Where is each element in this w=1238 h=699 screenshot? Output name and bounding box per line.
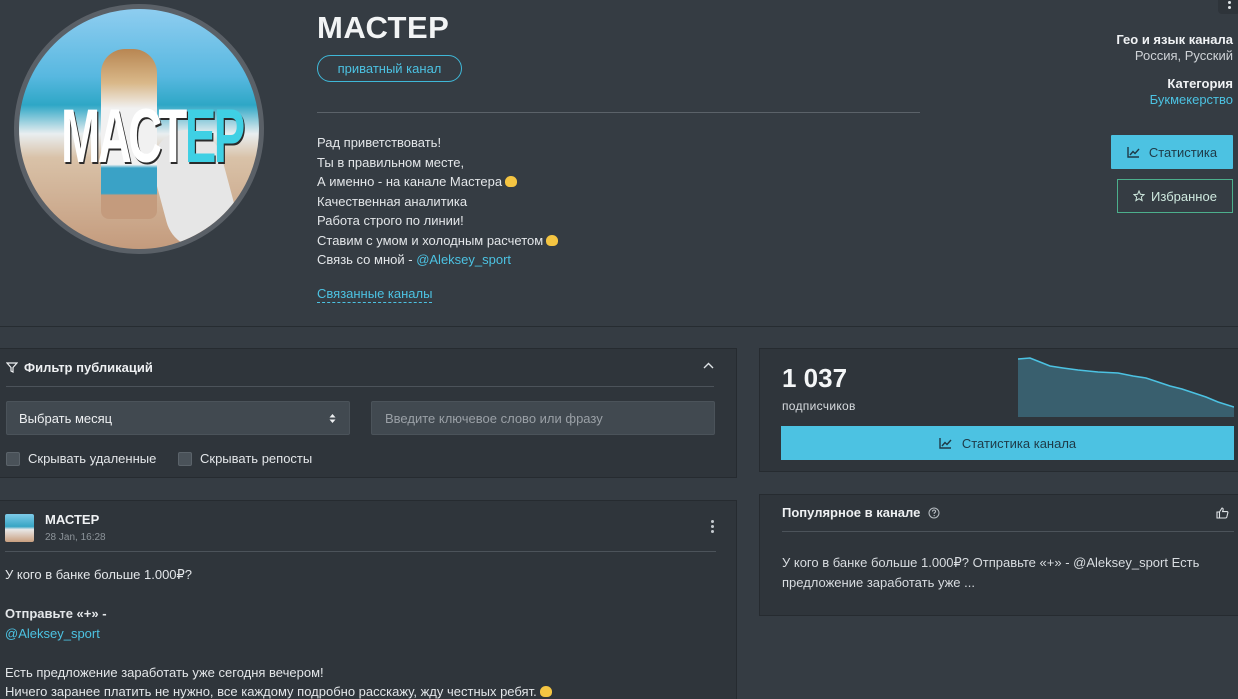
- related-channels-link[interactable]: Связанные каналы: [317, 286, 433, 303]
- chart-icon: [939, 437, 952, 449]
- desc-line-5: Работа строго по линии!: [317, 213, 464, 228]
- subscriber-label: подписчиков: [782, 399, 856, 413]
- handshake-emoji-icon: [505, 176, 518, 187]
- select-arrows-icon: [329, 414, 336, 423]
- star-icon: [1133, 190, 1146, 202]
- month-select[interactable]: Выбрать месяц: [6, 401, 350, 435]
- help-icon[interactable]: [928, 507, 940, 519]
- private-channel-badge: приватный канал: [317, 55, 462, 82]
- category-label: Категория: [1167, 76, 1233, 91]
- hide-deleted-checkbox[interactable]: Скрывать удаленные: [6, 451, 156, 466]
- publication-filter-panel: Фильтр публикаций Выбрать месяц Скрывать…: [0, 348, 737, 478]
- avatar-logo-text: МАСТЕР: [61, 94, 245, 179]
- channel-description: Рад приветствовать! Ты в правильном мест…: [317, 133, 559, 270]
- post-kebab-icon[interactable]: [711, 520, 714, 533]
- desc-line-2: Ты в правильном месте,: [317, 154, 465, 170]
- desc-line-3: А именно - на канале Мастера: [317, 172, 558, 192]
- thumbs-up-icon[interactable]: [1216, 507, 1229, 519]
- post-line: Есть предложение заработать уже сегодня …: [5, 664, 324, 680]
- post-line: Ничего заранее платить не нужно, все каж…: [5, 682, 552, 699]
- geo-label: Гео и язык канала: [1116, 32, 1233, 47]
- category-link[interactable]: Букмекерство: [1116, 92, 1233, 107]
- desc-line-7: Связь со мной - @Aleksey_sport: [317, 252, 512, 267]
- post-card: МАСТЕР 28 Jan, 16:28 У кого в банке боль…: [0, 500, 737, 699]
- post-line: У кого в банке больше 1.000₽?: [5, 567, 193, 582]
- subscribers-panel: 1 037 подписчиков Статистика канала: [759, 348, 1238, 472]
- channel-statistics-button[interactable]: Статистика канала: [781, 426, 1234, 460]
- channel-title: МАСТЕР: [317, 10, 450, 45]
- subscriber-count: 1 037: [782, 363, 848, 393]
- filter-header[interactable]: Фильтр публикаций: [6, 360, 153, 375]
- channel-meta: Гео и язык канала Россия, Русский Катего…: [1116, 32, 1233, 107]
- desc-line-1: Рад приветствовать!: [317, 135, 442, 150]
- filter-icon: [6, 362, 18, 373]
- post-author-avatar[interactable]: [5, 514, 34, 542]
- popular-header: Популярное в канале: [782, 505, 940, 520]
- post-author-name[interactable]: МАСТЕР: [45, 512, 99, 527]
- desc-line-4: Качественная аналитика: [317, 193, 468, 209]
- ok-hand-emoji-icon: [546, 234, 559, 246]
- statistics-button[interactable]: Статистика: [1111, 135, 1233, 169]
- geo-value: Россия, Русский: [1134, 48, 1233, 63]
- post-body: У кого в банке больше 1.000₽? Отправьте …: [5, 565, 552, 699]
- favorite-button[interactable]: Избранное: [1117, 179, 1233, 213]
- chart-icon: [1127, 146, 1140, 158]
- channel-header: МАСТЕР МАСТЕР приватный канал Рад привет…: [0, 0, 1238, 327]
- desc-line-6: Ставим с умом и холодным расчетом: [317, 231, 559, 251]
- handshake-emoji-icon: [539, 686, 552, 697]
- hide-reposts-checkbox[interactable]: Скрывать репосты: [178, 451, 312, 466]
- subscriber-trend-sparkline: [1018, 357, 1234, 417]
- channel-avatar: МАСТЕР: [14, 4, 264, 254]
- chevron-up-icon[interactable]: [703, 362, 714, 369]
- keyword-search-input[interactable]: [371, 401, 715, 435]
- header-divider: [317, 112, 920, 113]
- contact-link[interactable]: @Aleksey_sport: [416, 252, 511, 267]
- popular-post-preview[interactable]: У кого в банке больше 1.000₽? Отправьте …: [782, 553, 1222, 592]
- post-date: 28 Jan, 16:28: [45, 532, 106, 543]
- post-line: Отправьте «+» -: [5, 606, 107, 621]
- post-contact-link[interactable]: @Aleksey_sport: [5, 624, 552, 644]
- popular-panel: Популярное в канале У кого в банке больш…: [759, 494, 1238, 616]
- header-kebab-icon[interactable]: [1218, 0, 1238, 14]
